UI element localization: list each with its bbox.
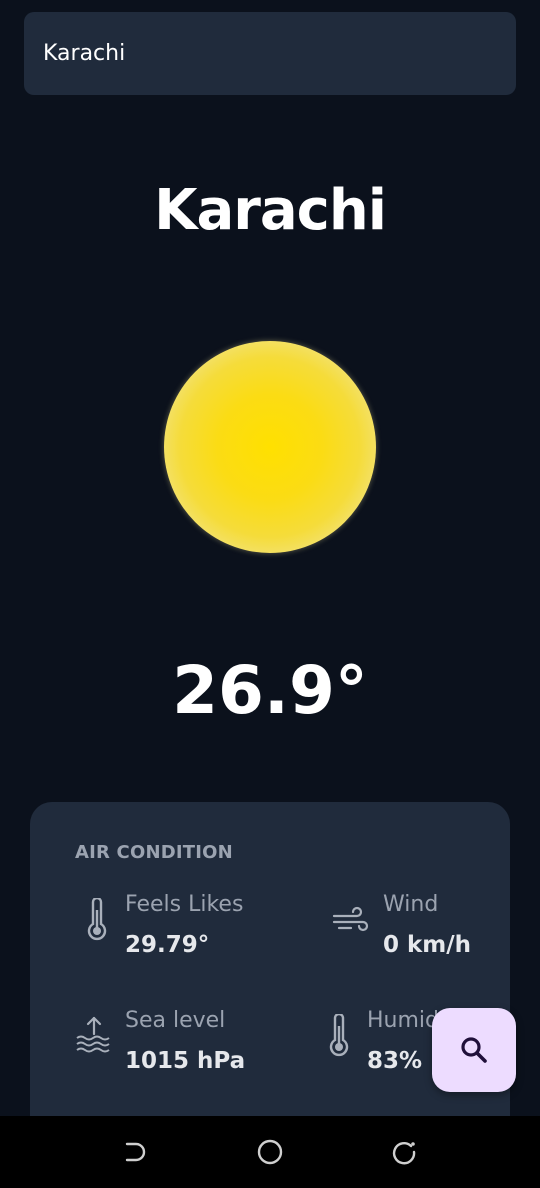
home-icon <box>257 1139 283 1165</box>
air-condition-title: AIR CONDITION <box>75 842 233 863</box>
humidity-value: 83% <box>367 1048 423 1074</box>
recent-apps-button[interactable] <box>388 1136 420 1168</box>
air-condition-card: AIR CONDITION <box>30 802 510 1142</box>
temperature-value: 26.9° <box>172 652 368 729</box>
feels-like-value: 29.79° <box>125 932 210 958</box>
home-button[interactable] <box>254 1136 286 1168</box>
humidity-label: Humid <box>367 1008 439 1033</box>
sea-level-label: Sea level <box>125 1008 226 1033</box>
system-navigation-bar <box>0 1116 540 1188</box>
thermometer-icon <box>87 898 107 941</box>
back-icon <box>125 1142 146 1162</box>
thermometer-icon <box>329 1014 349 1057</box>
weather-screen: Karachi 26.9° AIR CONDITION Feels Likes … <box>0 0 540 1188</box>
sea-level-value: 1015 hPa <box>125 1048 246 1074</box>
city-name: Karachi <box>154 178 387 243</box>
sea-level-icon <box>76 1016 110 1053</box>
city-search-input[interactable] <box>43 41 483 66</box>
feels-like-label: Feels Likes <box>125 892 244 917</box>
wind-label: Wind <box>383 892 439 917</box>
wind-icon <box>332 906 369 932</box>
search-icon <box>461 1037 487 1063</box>
search-button[interactable] <box>432 1008 516 1092</box>
city-search-field[interactable] <box>24 12 516 95</box>
back-button[interactable] <box>118 1136 150 1168</box>
recent-apps-icon <box>392 1142 416 1165</box>
wind-value: 0 km/h <box>383 932 472 958</box>
sun-icon <box>164 341 376 553</box>
